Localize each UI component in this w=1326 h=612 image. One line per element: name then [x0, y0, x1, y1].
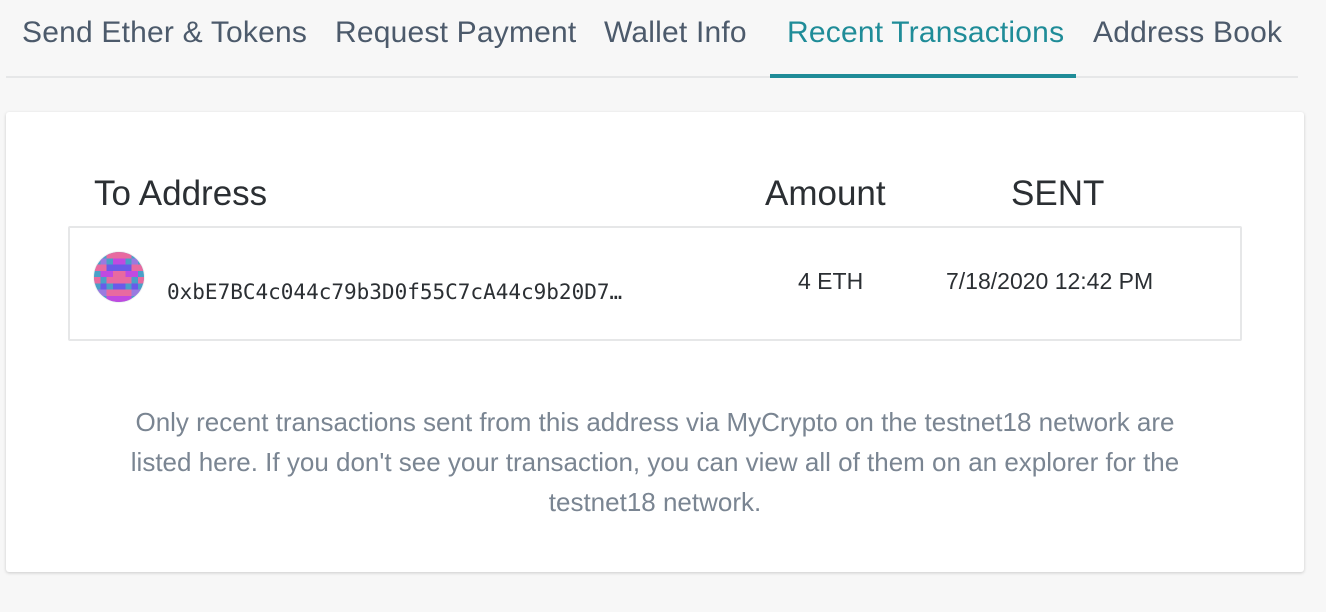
- transaction-amount: 4 ETH: [798, 268, 864, 294]
- identicon-icon: [94, 252, 144, 302]
- active-tab-indicator: [770, 74, 1076, 78]
- tab-bar: Send Ether & Tokens Request Payment Wall…: [6, 0, 1298, 78]
- column-header-amount: Amount: [765, 174, 886, 213]
- transaction-row[interactable]: 0xbE7BC4c044c79b3D0f55C7cA44c9b20D7… 4 E…: [68, 226, 1242, 341]
- transaction-sent-time: 7/18/2020 12:42 PM: [946, 268, 1154, 294]
- recent-transactions-panel: To Address Amount SENT 0xbE7BC4c044c79b3…: [6, 112, 1304, 572]
- column-header-sent: SENT: [1011, 174, 1105, 213]
- tab-address-book[interactable]: Address Book: [1093, 16, 1282, 62]
- transaction-to-address[interactable]: 0xbE7BC4c044c79b3D0f55C7cA44c9b20D7…: [167, 280, 622, 304]
- tab-send-ether-tokens[interactable]: Send Ether & Tokens: [22, 16, 307, 62]
- tab-recent-transactions[interactable]: Recent Transactions: [787, 16, 1064, 62]
- tab-wallet-info[interactable]: Wallet Info: [604, 16, 747, 62]
- recent-transactions-note: Only recent transactions sent from this …: [130, 407, 1180, 517]
- tab-request-payment[interactable]: Request Payment: [335, 16, 576, 62]
- column-header-to-address: To Address: [94, 174, 268, 213]
